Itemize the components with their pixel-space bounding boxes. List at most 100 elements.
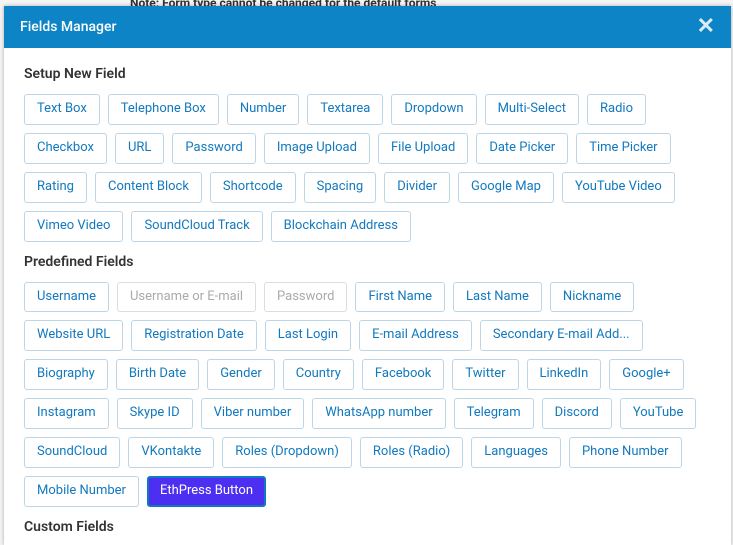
- field-pill-vkontakte[interactable]: VKontakte: [128, 437, 214, 468]
- field-pill-languages[interactable]: Languages: [471, 437, 561, 468]
- field-pill-multi-select[interactable]: Multi-Select: [485, 94, 579, 125]
- field-pill-label: SoundCloud: [37, 444, 107, 459]
- field-pill-dropdown[interactable]: Dropdown: [391, 94, 476, 125]
- field-pill-shortcode[interactable]: Shortcode: [210, 172, 296, 203]
- setup-fields-group: Text Box Telephone Box Number Textarea Dropd…: [24, 94, 711, 242]
- field-pill-password: Password: [264, 282, 347, 313]
- field-pill-whatsapp-number[interactable]: WhatsApp number: [312, 398, 445, 429]
- field-pill-website-url[interactable]: Website URL: [24, 320, 123, 351]
- field-pill-label: Radio: [600, 101, 633, 116]
- field-pill-label: Telegram: [467, 405, 521, 420]
- field-pill-label: VKontakte: [141, 444, 201, 459]
- field-pill-google-map[interactable]: Google Map: [458, 172, 554, 203]
- field-pill-rating[interactable]: Rating: [24, 172, 87, 203]
- field-pill-label: Username or E-mail: [130, 289, 243, 304]
- field-pill-label: Dropdown: [404, 101, 463, 116]
- field-pill-url[interactable]: URL: [115, 133, 164, 164]
- field-pill-label: EthPress Button: [160, 483, 253, 498]
- field-pill-e-mail-address[interactable]: E-mail Address: [359, 320, 472, 351]
- field-pill-roles-radio[interactable]: Roles (Radio): [360, 437, 463, 468]
- fields-manager-modal: Fields Manager ✕ Setup New Field Text Bo…: [4, 6, 731, 545]
- field-pill-telephone-box[interactable]: Telephone Box: [108, 94, 219, 125]
- field-pill-label: Divider: [397, 179, 437, 194]
- field-pill-label: Facebook: [375, 366, 431, 381]
- field-pill-country[interactable]: Country: [283, 359, 354, 390]
- field-pill-time-picker[interactable]: Time Picker: [576, 133, 670, 164]
- field-pill-date-picker[interactable]: Date Picker: [476, 133, 568, 164]
- field-pill-first-name[interactable]: First Name: [355, 282, 445, 313]
- field-pill-label: Registration Date: [144, 327, 244, 342]
- field-pill-last-name[interactable]: Last Name: [453, 282, 542, 313]
- field-pill-gender[interactable]: Gender: [207, 359, 275, 390]
- field-pill-checkbox[interactable]: Checkbox: [24, 133, 107, 164]
- field-pill-telegram[interactable]: Telegram: [454, 398, 534, 429]
- field-pill-label: Password: [185, 140, 242, 155]
- field-pill-label: Shortcode: [223, 179, 283, 194]
- field-pill-label: Country: [296, 366, 341, 381]
- field-pill-file-upload[interactable]: File Upload: [378, 133, 468, 164]
- field-pill-label: Viber number: [214, 405, 292, 420]
- field-pill-password[interactable]: Password: [172, 133, 255, 164]
- field-pill-secondary-e-mail-add[interactable]: Secondary E-mail Add...: [480, 320, 643, 351]
- field-pill-label: Text Box: [37, 101, 87, 116]
- field-pill-number[interactable]: Number: [227, 94, 299, 125]
- field-pill-roles-dropdown[interactable]: Roles (Dropdown): [222, 437, 352, 468]
- field-pill-youtube[interactable]: YouTube: [620, 398, 697, 429]
- field-pill-soundcloud[interactable]: SoundCloud: [24, 437, 120, 468]
- field-pill-label: Biography: [37, 366, 95, 381]
- field-pill-label: YouTube: [633, 405, 684, 420]
- field-pill-registration-date[interactable]: Registration Date: [131, 320, 257, 351]
- field-pill-label: Vimeo Video: [37, 218, 110, 233]
- field-pill-text-box[interactable]: Text Box: [24, 94, 100, 125]
- field-pill-discord[interactable]: Discord: [542, 398, 612, 429]
- field-pill-label: Last Login: [278, 327, 338, 342]
- field-pill-instagram[interactable]: Instagram: [24, 398, 109, 429]
- field-pill-soundcloud-track[interactable]: SoundCloud Track: [131, 211, 262, 242]
- field-pill-youtube-video[interactable]: YouTube Video: [562, 172, 675, 203]
- field-pill-label: Secondary E-mail Add...: [493, 327, 630, 342]
- field-pill-label: Languages: [484, 444, 548, 459]
- field-pill-label: Skype ID: [130, 405, 180, 420]
- field-pill-facebook[interactable]: Facebook: [362, 359, 444, 390]
- field-pill-label: Instagram: [37, 405, 96, 420]
- modal-header: Fields Manager ✕: [4, 6, 731, 48]
- field-pill-label: Spacing: [317, 179, 364, 194]
- field-pill-label: Gender: [220, 366, 262, 381]
- field-pill-label: Roles (Radio): [373, 444, 450, 459]
- field-pill-divider[interactable]: Divider: [384, 172, 450, 203]
- field-pill-blockchain-address[interactable]: Blockchain Address: [271, 211, 411, 242]
- setup-new-field-heading: Setup New Field: [24, 66, 711, 82]
- field-pill-linkedin[interactable]: LinkedIn: [527, 359, 602, 390]
- field-pill-label: Birth Date: [129, 366, 186, 381]
- field-pill-label: Twitter: [465, 366, 505, 381]
- field-pill-username[interactable]: Username: [24, 282, 109, 313]
- field-pill-label: Image Upload: [277, 140, 357, 155]
- field-pill-viber-number[interactable]: Viber number: [201, 398, 305, 429]
- field-pill-phone-number[interactable]: Phone Number: [569, 437, 682, 468]
- field-pill-label: Number: [240, 101, 286, 116]
- close-icon[interactable]: ✕: [697, 16, 715, 38]
- field-pill-content-block[interactable]: Content Block: [95, 172, 202, 203]
- field-pill-google[interactable]: Google+: [609, 359, 683, 390]
- field-pill-twitter[interactable]: Twitter: [452, 359, 518, 390]
- field-pill-label: SoundCloud Track: [144, 218, 249, 233]
- modal-body: Setup New Field Text Box Telephone Box Num…: [4, 48, 731, 545]
- field-pill-ethpress-button[interactable]: EthPress Button: [147, 476, 266, 507]
- field-pill-label: Multi-Select: [498, 101, 566, 116]
- field-pill-label: URL: [128, 140, 151, 155]
- field-pill-skype-id[interactable]: Skype ID: [117, 398, 193, 429]
- field-pill-label: WhatsApp number: [325, 405, 432, 420]
- field-pill-label: Nickname: [563, 289, 621, 304]
- field-pill-vimeo-video[interactable]: Vimeo Video: [24, 211, 123, 242]
- field-pill-nickname[interactable]: Nickname: [550, 282, 634, 313]
- field-pill-mobile-number[interactable]: Mobile Number: [24, 476, 139, 507]
- field-pill-last-login[interactable]: Last Login: [265, 320, 351, 351]
- field-pill-image-upload[interactable]: Image Upload: [264, 133, 370, 164]
- field-pill-label: Blockchain Address: [284, 218, 398, 233]
- field-pill-label: Content Block: [108, 179, 189, 194]
- field-pill-textarea[interactable]: Textarea: [307, 94, 383, 125]
- field-pill-spacing[interactable]: Spacing: [304, 172, 377, 203]
- field-pill-birth-date[interactable]: Birth Date: [116, 359, 199, 390]
- field-pill-biography[interactable]: Biography: [24, 359, 108, 390]
- field-pill-radio[interactable]: Radio: [587, 94, 646, 125]
